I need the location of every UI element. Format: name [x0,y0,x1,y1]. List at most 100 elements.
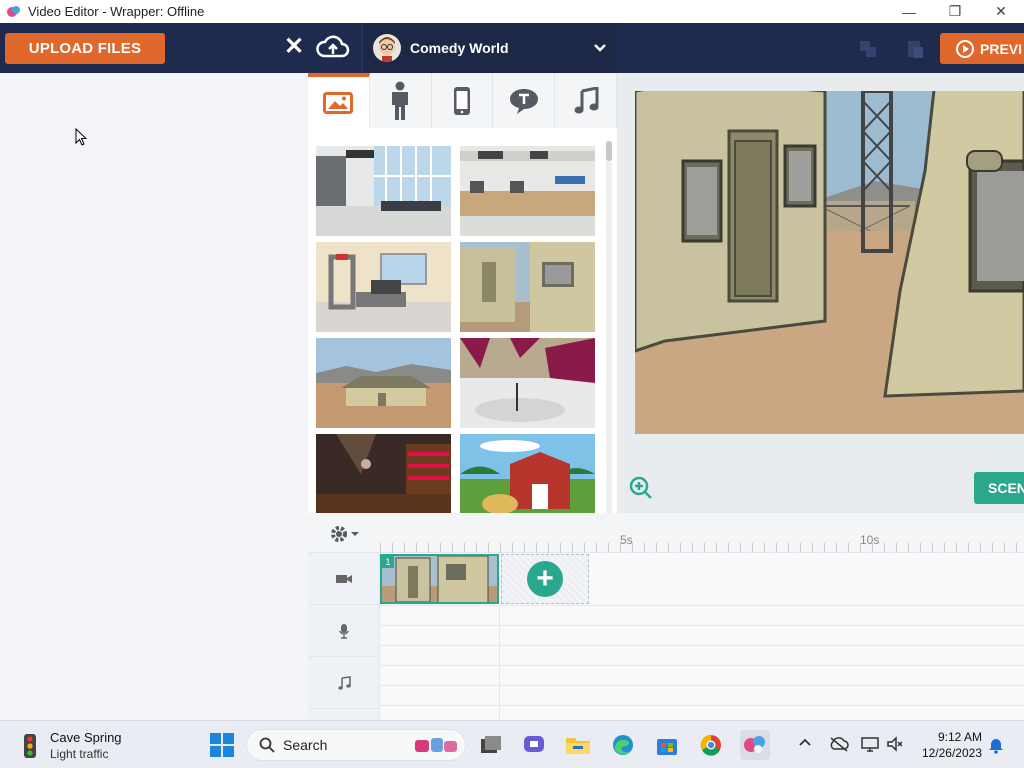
scrollbar-thumb[interactable] [606,141,612,161]
theme-avatar [373,34,401,62]
ruler-ticks [380,543,1024,553]
weather-status: Light traffic [50,747,109,761]
paste-icon[interactable] [905,39,925,59]
notification-bell-icon[interactable] [988,736,1004,754]
person-icon [392,81,409,120]
speech-bubble-icon [509,88,538,114]
video-editor-app[interactable] [740,730,770,760]
weather-widget[interactable]: Cave Spring Light traffic [18,730,122,762]
night-bar-thumbnail[interactable] [316,434,451,513]
cloud-upload-icon[interactable] [316,34,350,60]
chat-icon [524,736,544,752]
security-checkpoint-thumbnail[interactable] [316,242,451,332]
stage-canvas[interactable] [635,91,1024,434]
volume-muted-icon[interactable] [886,736,904,752]
cloud-offline-icon[interactable] [829,736,849,752]
play-icon [956,39,974,58]
library-scrollbar[interactable] [606,141,612,513]
scene-stage: SCENE [617,73,1024,513]
airport-checkin-thumbnail[interactable] [460,146,595,236]
windows-taskbar: Cave Spring Light traffic Search 9:12 AM… [0,720,1024,768]
system-clock[interactable]: 9:12 AM 12/26/2023 [916,729,982,761]
tab-characters[interactable] [369,73,432,128]
title-bar: Video Editor - Wrapper: Offline — ❐ ✕ [0,0,1024,23]
mouse-cursor-icon [75,128,87,146]
left-panel [0,73,308,720]
microphone-icon [338,623,349,639]
image-icon [323,91,354,114]
teams-app[interactable] [519,730,549,760]
video-track-label [308,553,379,605]
theme-name: Comedy World [410,40,509,56]
scene-clip[interactable]: 1 [380,554,499,604]
chevron-up-icon[interactable] [798,736,812,748]
windows-start-icon[interactable] [210,733,234,757]
tab-text[interactable] [493,73,556,128]
track-labels [308,553,380,720]
editor-toolbar: UPLOAD FILES ✕ Comedy World PREVI [0,23,1024,73]
lane-divider [380,685,1024,686]
asset-library [308,73,617,513]
window-title: Video Editor - Wrapper: Offline [28,4,205,19]
voice-track-label [308,605,379,657]
background-thumbnails [316,146,598,513]
video-camera-icon [335,574,352,583]
traffic-light-icon [24,734,36,758]
zoom-in-icon[interactable] [629,476,653,500]
minimize-button[interactable]: — [886,0,932,23]
chrome-app[interactable] [696,730,726,760]
lane-divider [380,665,1024,666]
music-track-label [308,657,379,709]
lane-divider [380,705,1024,706]
track-area: 1 + [380,553,1024,720]
tab-backgrounds[interactable] [308,73,370,128]
scene-boundary-line [499,605,500,720]
close-library-icon[interactable]: ✕ [284,32,304,61]
network-icon[interactable] [860,736,880,752]
tab-props[interactable] [431,73,494,128]
folder-icon [566,738,590,754]
maximize-button[interactable]: ❐ [932,0,978,23]
tab-sound[interactable] [555,73,617,128]
scene-number: 1 [382,556,394,568]
add-scene-button[interactable]: + [501,554,589,604]
airport-terminal-thumbnail[interactable] [316,146,451,236]
lane-divider [380,625,1024,626]
search-icon [259,737,275,753]
wrapper-app-icon [744,736,765,753]
chrome-browser-icon [700,734,721,756]
music-note-icon [574,86,599,113]
military-tent-thumbnail[interactable] [460,242,595,332]
weather-location: Cave Spring [50,730,122,745]
clock-date: 12/26/2023 [921,746,982,760]
search-label: Search [283,737,328,753]
clock-time: 9:12 AM [937,730,982,744]
copy-icon[interactable] [858,39,878,59]
taskbar-search[interactable]: Search [246,729,466,761]
phone-icon [453,86,470,115]
farm-barn-thumbnail[interactable] [460,434,595,513]
preview-button[interactable]: PREVI [940,33,1024,64]
stage-spotlight-thumbnail[interactable] [460,338,595,428]
theme-selector[interactable]: Comedy World [362,23,617,73]
preview-label: PREVI [980,40,1023,57]
task-view-icon [481,736,501,753]
close-window-button[interactable]: ✕ [978,0,1024,23]
task-view-app[interactable] [476,730,506,760]
library-tabs [308,73,617,128]
scene-button[interactable]: SCENE [974,472,1024,504]
music-note-small-icon [337,675,351,690]
app-icon [7,5,20,17]
file-explorer-app[interactable] [563,730,593,760]
store-app[interactable] [652,730,682,760]
upload-files-button[interactable]: UPLOAD FILES [5,33,165,64]
chevron-down-icon [594,44,606,52]
timeline-ruler: 5s 10s [308,513,1024,553]
timeline: 5s 10s 1 + [308,513,1024,720]
desert-camp-thumbnail[interactable] [316,338,451,428]
edge-app[interactable] [608,730,638,760]
lane-divider [380,645,1024,646]
settings-gear-icon[interactable] [330,525,360,543]
store-icon [657,739,677,755]
plus-icon: + [527,561,563,597]
